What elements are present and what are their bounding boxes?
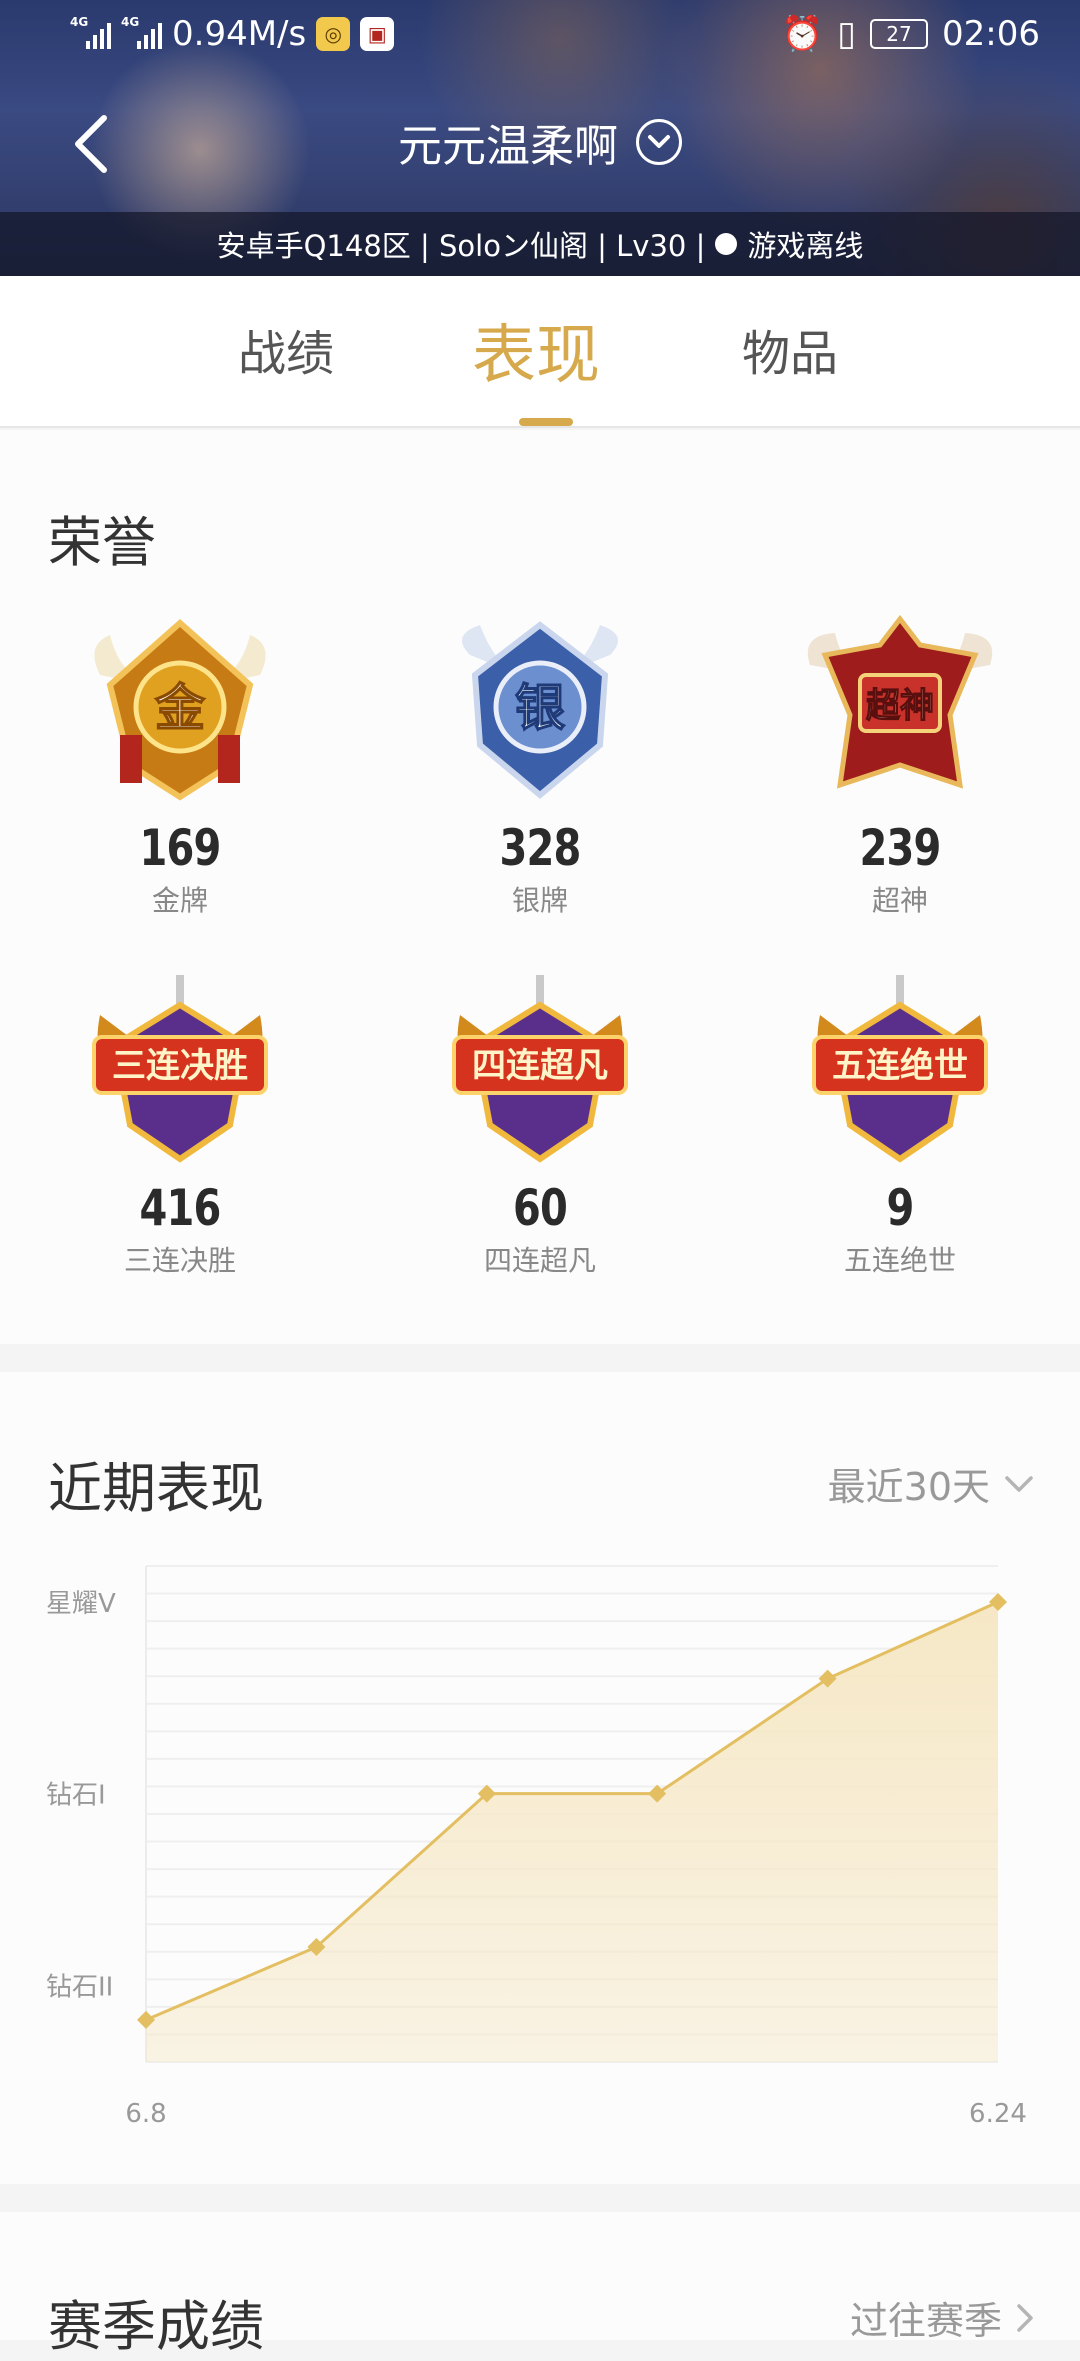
player-header-banner: 4G 4G 0.94M/s ◎ ▣ ⏰ ▯ 27 02:06 元元温柔啊 安卓手… — [0, 0, 1080, 276]
legendary-medal-icon: 超神 — [807, 615, 993, 789]
legendary-badge-text: 超神 — [866, 686, 934, 726]
battery-icon: 27 — [870, 19, 929, 49]
honor-count: 416 — [139, 1179, 221, 1237]
recent-performance-card: 近期表现 最近30天 钻石II 钻石I 星耀V 6.8 6.24 — [0, 1372, 1080, 2184]
honor-count: 169 — [139, 819, 221, 877]
y-tick-label: 钻石II — [46, 1972, 113, 2002]
gold-badge-text: 金 — [155, 679, 206, 737]
app-icon: ▣ — [360, 17, 395, 51]
season-card: 赛季成绩 过往赛季 — [0, 2212, 1080, 2358]
penta-kill-badge-text: 五连绝世 — [832, 1046, 968, 1086]
y-tick-label: 钻石I — [46, 1781, 106, 1811]
tab-items[interactable]: 物品 — [742, 314, 838, 384]
honor-label: 超神 — [871, 884, 928, 917]
signal-icon: 4G — [121, 15, 162, 49]
honor-legendary[interactable]: 超神 239 超神 — [750, 615, 1050, 919]
honor-triple-kill[interactable]: 三连决胜 416 三连决胜 — [30, 975, 330, 1279]
player-info-strip: 安卓手Q148区 | Soloン仙阁 | Lv30 | 游戏离线 — [0, 212, 1080, 276]
past-seasons-link[interactable]: 过往赛季 — [850, 2290, 1034, 2345]
honor-label: 三连决胜 — [123, 1244, 236, 1277]
area-fill — [146, 1602, 998, 2062]
x-tick-label: 6.24 — [969, 2099, 1027, 2129]
honor-label: 金牌 — [151, 884, 208, 917]
player-info: 安卓手Q148区 | Soloン仙阁 | Lv30 | — [216, 229, 706, 263]
honor-label: 五连绝世 — [843, 1244, 956, 1277]
quadra-kill-badge-text: 四连超凡 — [472, 1046, 608, 1086]
past-seasons-label: 过往赛季 — [849, 2299, 1002, 2343]
vibrate-icon: ▯ — [837, 14, 857, 54]
honor-silver[interactable]: 银 328 银牌 — [390, 615, 690, 919]
chevron-down-icon — [636, 119, 682, 165]
signal-icon: 4G — [70, 15, 111, 49]
honor-gold[interactable]: 金 169 金牌 — [30, 615, 330, 919]
player-switcher[interactable]: 元元温柔啊 — [0, 110, 1080, 174]
honor-count: 9 — [886, 1179, 914, 1237]
nav-row: 元元温柔啊 — [0, 100, 1080, 190]
honors-title: 荣誉 — [48, 511, 156, 574]
honor-quadra-kill[interactable]: 四连超凡 60 四连超凡 — [390, 975, 690, 1279]
honor-penta-kill[interactable]: 五连绝世 9 五连绝世 — [750, 975, 1050, 1279]
x-tick-label: 6.8 — [125, 2099, 166, 2129]
honor-count: 60 — [512, 1179, 568, 1237]
honor-count: 328 — [499, 819, 581, 877]
honor-label: 四连超凡 — [483, 1244, 596, 1277]
triple-kill-badge-text: 三连决胜 — [112, 1046, 248, 1086]
app-icon: ◎ — [316, 17, 351, 51]
rank-trend-chart: 钻石II 钻石I 星耀V 6.8 6.24 — [46, 1565, 1027, 2129]
tab-bar: 战绩 表现 物品 — [0, 276, 1080, 428]
chevron-right-icon — [1017, 2303, 1033, 2332]
season-title: 赛季成绩 — [48, 2295, 264, 2358]
gold-medal-icon: 金 — [94, 618, 266, 801]
alarm-icon: ⏰ — [780, 14, 824, 54]
online-status: 游戏离线 — [747, 229, 864, 263]
status-dot-icon — [715, 233, 738, 255]
honor-count: 239 — [859, 819, 941, 877]
silver-badge-text: 银 — [515, 679, 565, 737]
active-tab-indicator — [519, 418, 573, 426]
silver-medal-icon: 银 — [462, 621, 618, 799]
penta-kill-medal-icon: 五连绝世 — [812, 975, 988, 1163]
player-name: 元元温柔啊 — [398, 121, 618, 172]
honor-label: 银牌 — [511, 884, 568, 917]
triple-kill-medal-icon: 三连决胜 — [92, 975, 268, 1163]
honors-card: 荣誉 金 169 金牌 银 328 银牌 超神 239 超神 三连决胜 416 … — [0, 430, 1080, 1344]
y-tick-label: 星耀V — [46, 1589, 116, 1619]
quadra-kill-medal-icon: 四连超凡 — [452, 975, 628, 1163]
tab-performance[interactable]: 表现 — [472, 304, 600, 396]
tab-record[interactable]: 战绩 — [238, 314, 334, 384]
clock: 02:06 — [942, 14, 1040, 54]
status-bar: 4G 4G 0.94M/s ◎ ▣ ⏰ ▯ 27 02:06 — [0, 0, 1080, 72]
network-speed: 0.94M/s — [172, 14, 307, 54]
